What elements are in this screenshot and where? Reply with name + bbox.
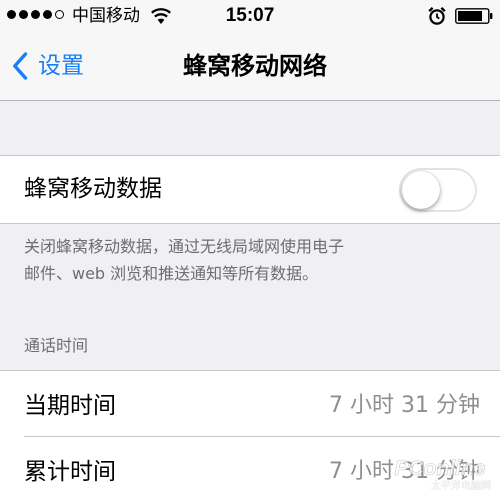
lifetime-label: 累计时间 bbox=[24, 459, 116, 485]
page-title: 蜂窝移动网络 bbox=[183, 52, 327, 80]
lifetime-value: 7 小时 31 分钟 bbox=[329, 459, 480, 484]
lifetime-row: 累计时间 7 小时 31 分钟 bbox=[0, 437, 500, 497]
section-header-call-time: 通话时间 bbox=[24, 336, 89, 355]
footer-line: 关闭蜂窝移动数据，通过无线局域网使用电子 bbox=[24, 237, 345, 256]
navigation-bar: 设置 蜂窝移动网络 bbox=[0, 32, 500, 101]
cellular-data-label: 蜂窝移动数据 bbox=[24, 176, 162, 202]
alarm-icon bbox=[428, 6, 446, 25]
status-clock: 15:07 bbox=[225, 5, 275, 26]
current-period-label: 当期时间 bbox=[24, 393, 116, 419]
cellular-data-footer: 关闭蜂窝移动数据，通过无线局域网使用电子 邮件、web 浏览和推送通知等所有数据… bbox=[24, 233, 484, 287]
footer-line: 邮件、web 浏览和推送通知等所有数据。 bbox=[24, 264, 319, 283]
current-period-row: 当期时间 7 小时 31 分钟 bbox=[0, 370, 500, 437]
status-bar: 中国移动 15:07 bbox=[0, 0, 500, 32]
cellular-data-toggle[interactable] bbox=[399, 168, 477, 212]
current-period-value: 7 小时 31 分钟 bbox=[329, 393, 480, 418]
cellular-data-cell: 蜂窝移动数据 bbox=[0, 155, 500, 224]
battery-icon bbox=[455, 8, 493, 24]
toggle-knob bbox=[402, 171, 440, 209]
